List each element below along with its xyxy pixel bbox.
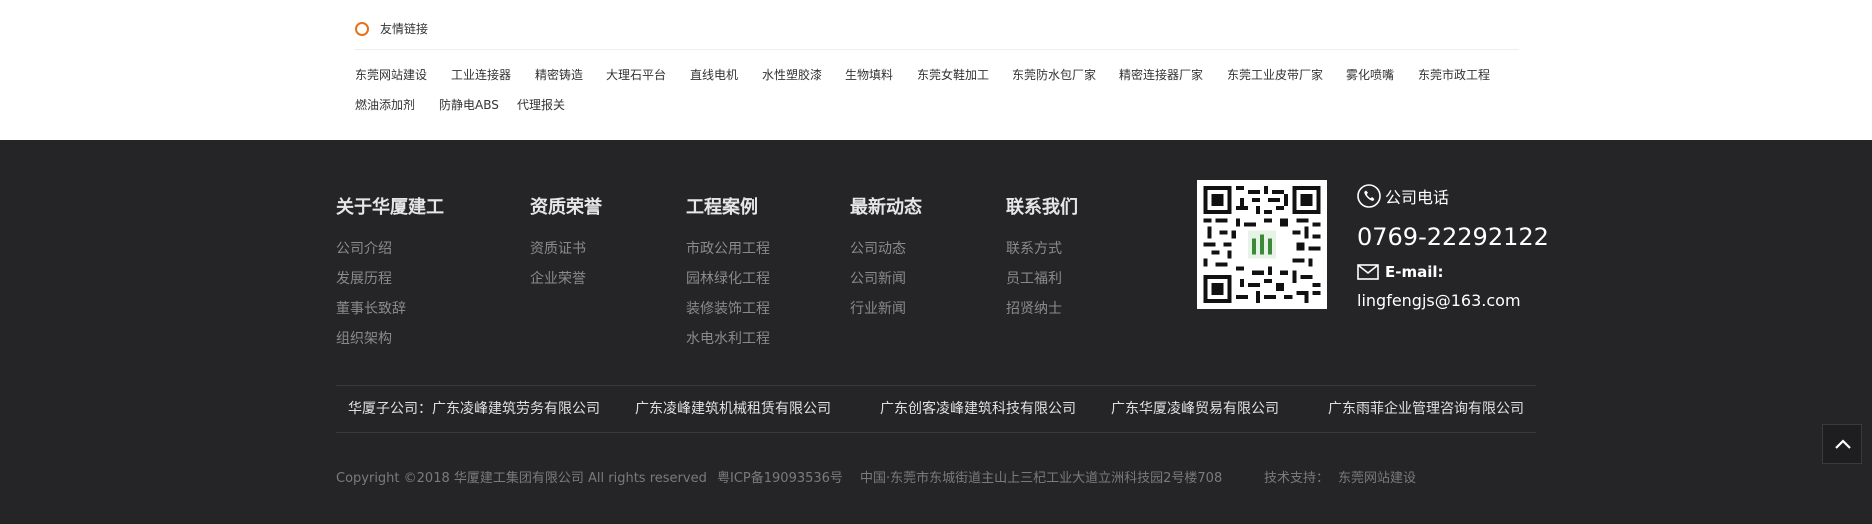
subsidiary-item[interactable]: 广东华厦凌峰贸易有限公司 <box>1111 399 1279 419</box>
friendly-link[interactable]: 精密连接器厂家 <box>1119 67 1203 83</box>
column-title: 联系我们 <box>1006 197 1078 218</box>
friendly-link[interactable]: 水性塑胶漆 <box>762 67 822 83</box>
column-title: 关于华厦建工 <box>336 197 444 218</box>
footer-column-contact: 联系我们 联系方式 员工福利 招贤纳士 <box>1006 196 1078 317</box>
qr-code-image <box>1203 186 1321 303</box>
column-title: 工程案例 <box>686 197 758 218</box>
friendly-link[interactable]: 代理报关 <box>517 97 565 113</box>
phone-label: 公司电话 <box>1385 188 1450 207</box>
tech-support-link[interactable]: 东莞网站建设 <box>1338 470 1416 488</box>
mail-icon <box>1357 264 1379 280</box>
footer-link[interactable]: 企业荣誉 <box>530 269 586 289</box>
footer-column-news: 最新动态 公司动态 公司新闻 行业新闻 <box>850 196 922 317</box>
footer: 关于华厦建工 公司介绍 发展历程 董事长致辞 组织架构 资质荣誉 资质证书 企业… <box>0 140 1872 524</box>
footer-link[interactable]: 组织架构 <box>336 329 392 349</box>
footer-link[interactable]: 招贤纳士 <box>1006 299 1062 319</box>
footer-link[interactable]: 公司新闻 <box>850 269 906 289</box>
friendly-link[interactable]: 工业连接器 <box>451 67 511 83</box>
icp-link[interactable]: 粤ICP备19093536号 <box>717 470 843 488</box>
friendly-link[interactable]: 生物填料 <box>845 67 893 83</box>
circle-icon <box>355 22 369 36</box>
email-label: E-mail: <box>1385 263 1444 281</box>
tech-support-label: 技术支持： <box>1264 471 1330 486</box>
address-text: 中国·东莞市东城街道主山上三杞工业大道立洲科技园2号楼708 <box>860 471 1223 486</box>
friendly-link[interactable]: 东莞工业皮带厂家 <box>1227 67 1323 83</box>
subsidiary-item[interactable]: 广东雨菲企业管理咨询有限公司 <box>1328 399 1524 419</box>
phone-icon <box>1357 184 1381 208</box>
friendly-link[interactable]: 雾化喷嘴 <box>1346 67 1394 83</box>
qr-code <box>1197 180 1327 309</box>
footer-link[interactable]: 员工福利 <box>1006 269 1062 289</box>
footer-link[interactable]: 装修装饰工程 <box>686 299 770 319</box>
friendly-links-title: 友情链接 <box>380 22 429 36</box>
chevron-up-icon <box>1835 439 1851 449</box>
footer-column-qualifications: 资质荣誉 资质证书 企业荣誉 <box>530 196 602 287</box>
subsidiary-item[interactable]: 广东创客凌峰建筑科技有限公司 <box>880 399 1076 419</box>
footer-link[interactable]: 市政公用工程 <box>686 239 770 259</box>
friendly-link[interactable]: 东莞女鞋加工 <box>917 67 989 83</box>
footer-link[interactable]: 联系方式 <box>1006 239 1062 259</box>
phone-number: 0769-22292122 <box>1357 223 1549 251</box>
friendly-link[interactable]: 东莞市政工程 <box>1418 67 1490 83</box>
column-title: 资质荣誉 <box>530 197 602 218</box>
friendly-link[interactable]: 东莞防水包厂家 <box>1012 67 1096 83</box>
footer-link[interactable]: 园林绿化工程 <box>686 269 770 289</box>
footer-link[interactable]: 资质证书 <box>530 239 586 259</box>
friendly-link[interactable]: 防静电ABS <box>439 97 499 113</box>
friendly-link[interactable]: 直线电机 <box>690 67 738 83</box>
subsidiary-item[interactable]: 广东凌峰建筑机械租赁有限公司 <box>635 399 831 419</box>
footer-link[interactable]: 水电水利工程 <box>686 329 770 349</box>
subsidiaries-bar: 华厦子公司：广东凌峰建筑劳务有限公司 广东凌峰建筑机械租赁有限公司 广东创客凌峰… <box>336 385 1536 433</box>
footer-link[interactable]: 行业新闻 <box>850 299 906 319</box>
back-to-top-button[interactable] <box>1822 424 1862 464</box>
footer-link[interactable]: 公司介绍 <box>336 239 392 259</box>
footer-column-about: 关于华厦建工 公司介绍 发展历程 董事长致辞 组织架构 <box>336 196 444 347</box>
footer-link[interactable]: 发展历程 <box>336 269 392 289</box>
friendly-link[interactable]: 燃油添加剂 <box>355 97 415 113</box>
subsidiary-item[interactable]: 华厦子公司：广东凌峰建筑劳务有限公司 <box>348 399 600 419</box>
friendly-link[interactable]: 精密铸造 <box>535 67 583 83</box>
footer-link[interactable]: 董事长致辞 <box>336 299 406 319</box>
email-link[interactable]: lingfengjs@163.com <box>1357 290 1521 312</box>
footer-link[interactable]: 公司动态 <box>850 239 906 259</box>
friendly-link[interactable]: 东莞网站建设 <box>355 67 427 83</box>
column-title: 最新动态 <box>850 197 922 218</box>
footer-column-cases: 工程案例 市政公用工程 园林绿化工程 装修装饰工程 水电水利工程 <box>686 196 770 347</box>
friendly-links-section: 友情链接 东莞网站建设 工业连接器 精密铸造 大理石平台 直线电机 水性塑胶漆 … <box>0 0 1872 140</box>
friendly-links-header: 友情链接 <box>355 20 1519 50</box>
friendly-link[interactable]: 大理石平台 <box>606 67 666 83</box>
copyright-text: Copyright ©2018 华厦建工集团有限公司 All rights re… <box>336 471 707 486</box>
